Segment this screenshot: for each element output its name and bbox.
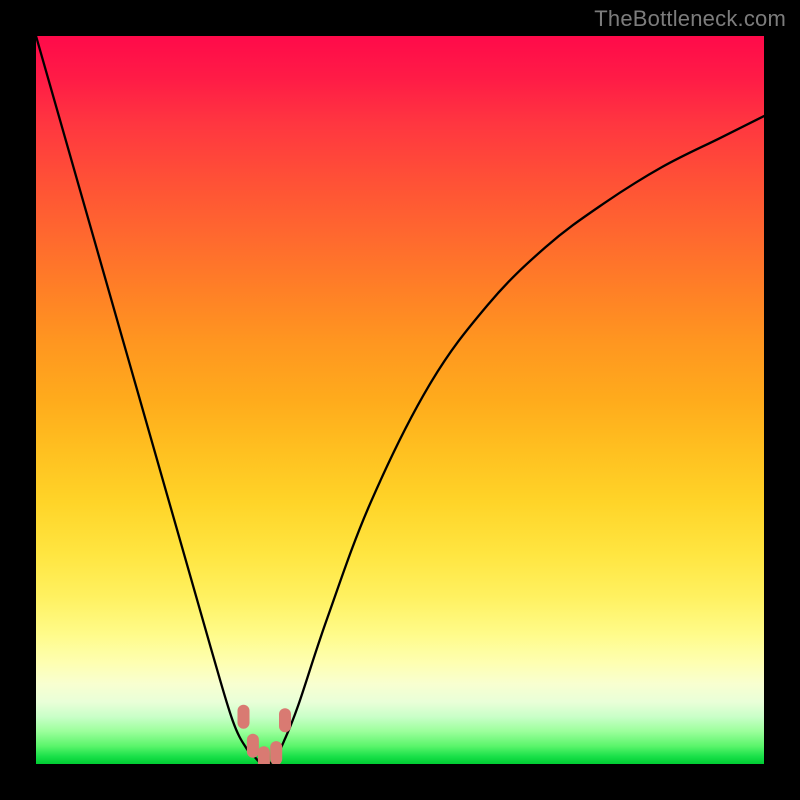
bottleneck-curve [36, 36, 764, 764]
outer-frame: TheBottleneck.com [0, 0, 800, 800]
marker-bottom-right [270, 741, 282, 764]
chart-svg [36, 36, 764, 764]
marker-bottom-center [258, 746, 270, 764]
watermark-text: TheBottleneck.com [594, 6, 786, 32]
marker-group [238, 705, 292, 764]
plot-area [36, 36, 764, 764]
marker-left-shoulder [238, 705, 250, 729]
marker-right-shoulder [279, 708, 291, 732]
marker-bottom-left [247, 734, 259, 758]
